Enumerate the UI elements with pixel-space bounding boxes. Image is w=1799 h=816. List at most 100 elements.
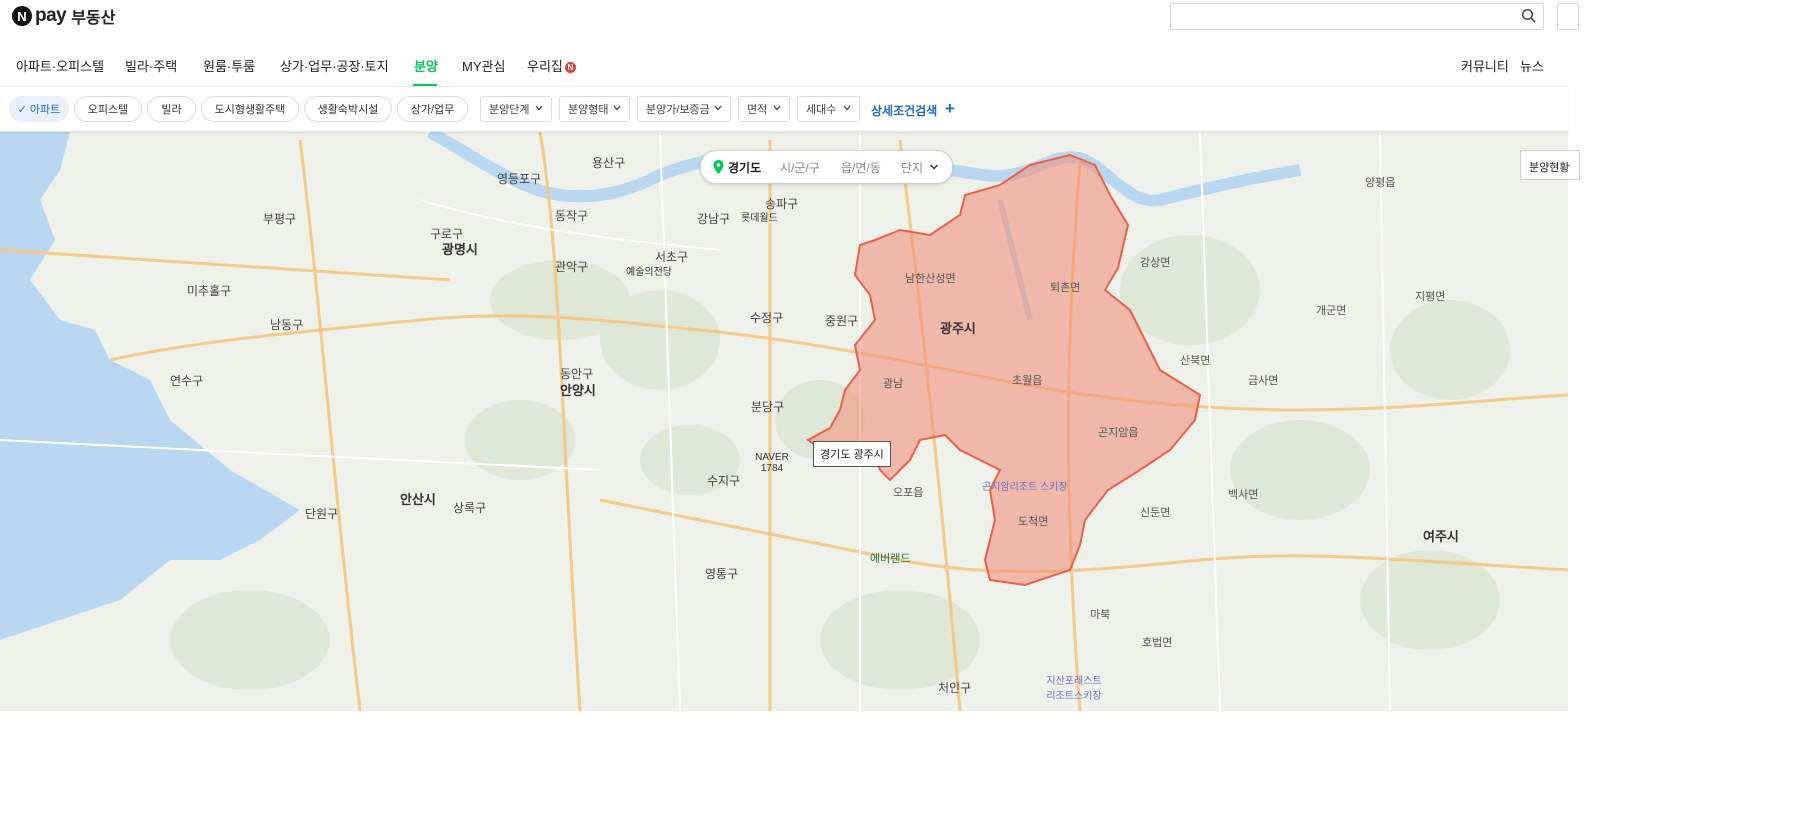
dropdown-presale-stage[interactable]: 분양단계 (480, 96, 552, 122)
map-label-gonjiam: 곤지암읍 (1098, 427, 1139, 439)
map-label-jisan: 지산포레스트 리조트스키장 (1046, 676, 1102, 702)
location-complex[interactable]: 단지 (901, 159, 923, 176)
map-label-danwon: 단원구 (305, 507, 339, 521)
active-tab-underline (413, 84, 437, 86)
chip-urban-housing[interactable]: 도시형생활주택 (201, 96, 299, 122)
nav-commercial-land[interactable]: 상가·업무·공장·토지 (280, 56, 389, 75)
nav-community[interactable]: 커뮤니티 (1461, 56, 1509, 75)
chevron-down-icon (613, 105, 621, 111)
map-label-ansan: 안산시 (400, 492, 436, 507)
chevron-down-icon (843, 105, 851, 111)
map-canvas[interactable]: 광주시 남한산성면 퇴촌면 초월읍 곤지암읍 도척면 오포읍 광남 곤지암리조트… (0, 132, 1568, 711)
map-label-gwangju: 광주시 (940, 321, 976, 336)
location-province[interactable]: 경기도 (728, 159, 761, 176)
nav-apartment-officetel[interactable]: 아파트·오피스텔 (16, 56, 104, 75)
map-label-gangnam: 강남구 (697, 212, 731, 226)
map-label-dochok: 도척면 (1018, 516, 1049, 528)
map-label-silchon: 신둔면 (1140, 507, 1171, 519)
nav-my-interest[interactable]: MY관심 (462, 56, 505, 75)
map-label-hosun: 호법면 (1142, 637, 1173, 649)
map-label-gwangnam: 광남 (883, 378, 904, 390)
map-label-jungwon: 중원구 (825, 314, 859, 328)
naver-n-icon: N (12, 6, 32, 26)
map-label-gwanak: 관악구 (555, 260, 589, 274)
dropdown-households[interactable]: 세대수 (797, 96, 860, 122)
map-label-geumsa: 금사면 (1248, 375, 1279, 387)
presale-status-button[interactable]: 분양현황 (1520, 150, 1580, 180)
dropdown-price-deposit-label: 분양가/보증금 (646, 104, 710, 116)
location-selector[interactable]: 경기도 시/군/구 읍/면/동 단지 (700, 150, 953, 184)
map-label-yangpyeong: 양평읍 (1365, 177, 1396, 189)
top-bar: N pay 부동산 (0, 0, 1579, 45)
map-label-namdong: 남동구 (270, 318, 304, 332)
chevron-down-icon[interactable] (929, 162, 939, 172)
chip-officetel[interactable]: 오피스텔 (74, 96, 142, 122)
chip-villa[interactable]: 빌라 (147, 96, 196, 122)
map-label-yeongdeungpo: 영등포구 (497, 172, 542, 186)
edge-button[interactable] (1557, 3, 1579, 30)
map-label-cheoin: 처인구 (938, 681, 972, 695)
logo-realty-text: 부동산 (71, 10, 116, 27)
dropdown-area-label: 면적 (747, 104, 768, 116)
dropdown-price-deposit[interactable]: 분양가/보증금 (637, 96, 731, 122)
chip-residence-lodging[interactable]: 생활숙박시설 (304, 96, 392, 122)
map-label-gonjiam-resort: 곤지암리조트 스키장 (982, 482, 1068, 493)
dropdown-presale-stage-label: 분양단계 (489, 104, 530, 116)
chevron-down-icon (714, 105, 722, 111)
map-label-gangsang: 강상면 (1140, 257, 1171, 269)
map-label-sujeong: 수정구 (750, 311, 784, 325)
map-label-gwangmyeong: 광명시 (442, 242, 478, 257)
map-label-suji: 수지구 (707, 474, 741, 488)
map-label-lotteworld: 롯데월드 (741, 213, 778, 224)
map-label-anyang: 안양시 (560, 383, 596, 398)
dropdown-presale-type[interactable]: 분양형태 (559, 96, 630, 122)
check-icon: ✓ (17, 103, 27, 116)
location-town[interactable]: 읍/면/동 (841, 159, 881, 176)
detail-search-link[interactable]: 상세조건검색 (871, 102, 937, 119)
map-label-opo: 오포읍 (893, 487, 924, 499)
map-label-seongnam: 분당구 (751, 400, 785, 414)
nav-oneroom-tworoom[interactable]: 원룸·투룸 (203, 56, 255, 75)
map-label-michuhol: 미추홀구 (187, 284, 232, 298)
map-label-sanbuk: 산북면 (1180, 355, 1211, 367)
map-label-yeongtong: 영통구 (705, 567, 739, 581)
map-label-dongjak: 동작구 (555, 209, 589, 223)
map-label-toechon: 퇴촌면 (1050, 282, 1081, 294)
map-label-baeksa: 백사면 (1228, 489, 1259, 501)
chip-apartment-label: 아파트 (29, 104, 61, 116)
map-label-everland: 에버랜드 (870, 553, 911, 565)
chevron-down-icon (773, 105, 781, 111)
map-label-bupyeong: 부평구 (263, 212, 297, 226)
map-label-arts-center: 예술의전당 (626, 267, 672, 278)
search-input[interactable] (1170, 3, 1544, 30)
map-label-gaegun: 개군면 (1316, 305, 1347, 317)
map-label-yeoju: 여주시 (1423, 529, 1459, 544)
location-pin-icon (713, 160, 724, 174)
map-label-sangnok: 상록구 (453, 501, 487, 515)
map-label-chowol: 초월읍 (1012, 375, 1043, 387)
logo-pay-text: pay (35, 5, 67, 26)
nav-news[interactable]: 뉴스 (1520, 56, 1544, 75)
dropdown-households-label: 세대수 (806, 104, 837, 116)
plus-icon[interactable]: + (945, 99, 955, 119)
nav-presale[interactable]: 분양 (414, 56, 438, 75)
map-label-jipyeong: 지평면 (1415, 291, 1446, 303)
chip-commercial-office[interactable]: 상가/업무 (397, 96, 468, 122)
map-label-naver: NAVER 1784 (755, 452, 789, 474)
naver-pay-realty-logo[interactable]: N pay 부동산 (12, 5, 116, 27)
location-city[interactable]: 시/군/구 (780, 159, 820, 176)
map-label-yeonsu: 연수구 (170, 374, 204, 388)
chip-apartment[interactable]: ✓ 아파트 (9, 96, 69, 122)
region-tooltip: 경기도 광주시 (813, 441, 891, 467)
search-icon[interactable] (1521, 8, 1537, 24)
nav-my-home[interactable]: 우리집 N (527, 56, 576, 75)
new-badge: N (564, 62, 576, 73)
map-label-mabuk: 마북 (1090, 609, 1111, 621)
main-navigation: 아파트·오피스텔 빌라·주택 원룸·투룸 상가·업무·공장·토지 분양 MY관심… (0, 44, 1568, 87)
nav-villa-house[interactable]: 빌라·주택 (125, 56, 177, 75)
map-label-namhansanseong: 남한산성면 (905, 273, 956, 285)
map-base-svg (0, 132, 1568, 711)
filter-bar: ✓ 아파트 오피스텔 빌라 도시형생활주택 생활숙박시설 상가/업무 분양단계 분… (0, 87, 1568, 132)
chevron-down-icon (535, 105, 543, 111)
dropdown-area[interactable]: 면적 (738, 96, 790, 122)
